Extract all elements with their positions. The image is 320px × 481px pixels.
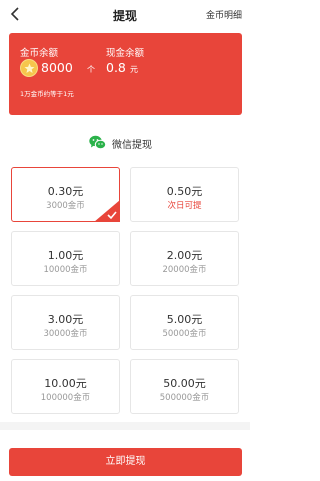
exchange-rate-note: 1万金币约等于1元 — [20, 90, 74, 98]
cash-balance-label: 现金余额 — [106, 48, 145, 59]
option-coins: 500000金币 — [159, 393, 210, 403]
option-amount: 1.00元 — [47, 249, 84, 262]
option-0.50[interactable]: 0.50元 次日可提 — [130, 167, 239, 222]
gold-balance-unit: 个 — [87, 65, 95, 74]
option-coins: 20000金币 — [162, 265, 207, 275]
option-coins: 50000金币 — [162, 329, 207, 339]
gold-balance-value: 8000 — [41, 60, 73, 75]
option-amount: 5.00元 — [166, 313, 203, 326]
wechat-icon — [89, 135, 106, 150]
option-amount: 10.00元 — [44, 377, 87, 390]
gold-coin-icon — [20, 59, 38, 77]
option-amount: 0.30元 — [47, 185, 84, 198]
option-coins: 100000金币 — [40, 393, 91, 403]
wechat-withdraw-label: 微信提现 — [112, 140, 152, 151]
option-note: 次日可提 — [167, 201, 202, 211]
option-coins: 10000金币 — [43, 265, 88, 275]
option-coins: 30000金币 — [43, 329, 88, 339]
option-3.00[interactable]: 3.00元 30000金币 — [11, 295, 120, 350]
option-50.00[interactable]: 50.00元 500000金币 — [130, 359, 239, 414]
nav-bar: 提现 金币明细 — [0, 0, 250, 30]
option-amount: 3.00元 — [47, 313, 84, 326]
option-amount: 50.00元 — [163, 377, 206, 390]
option-amount: 2.00元 — [166, 249, 203, 262]
option-0.30[interactable]: 0.30元 3000金币 — [11, 167, 120, 222]
option-amount: 0.50元 — [166, 185, 203, 198]
gold-balance-label: 金币余额 — [20, 48, 59, 59]
selected-check-icon — [94, 200, 120, 222]
section-divider — [0, 422, 250, 430]
option-5.00[interactable]: 5.00元 50000金币 — [130, 295, 239, 350]
withdraw-submit-button[interactable]: 立即提现 — [9, 448, 242, 476]
cash-balance-unit: 元 — [130, 65, 138, 74]
option-10.00[interactable]: 10.00元 100000金币 — [11, 359, 120, 414]
cash-balance-value: 0.8 — [106, 60, 126, 75]
option-1.00[interactable]: 1.00元 10000金币 — [11, 231, 120, 286]
option-2.00[interactable]: 2.00元 20000金币 — [130, 231, 239, 286]
balance-card: 金币余额 现金余额 8000 个 0.8 元 1万金币约等于1元 — [9, 33, 242, 115]
gold-detail-link[interactable]: 金币明细 — [206, 8, 242, 21]
